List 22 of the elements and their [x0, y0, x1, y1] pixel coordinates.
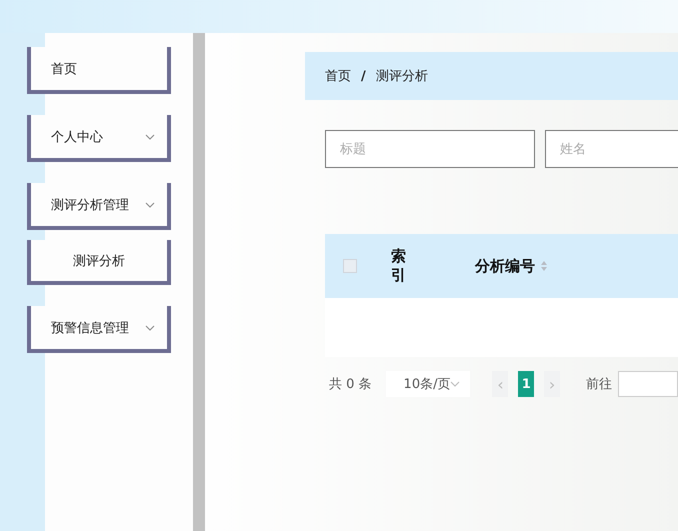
- breadcrumb-link[interactable]: 测评分析: [376, 67, 428, 85]
- select-all-checkbox[interactable]: [343, 259, 357, 273]
- page-size-select[interactable]: 10条/页: [386, 371, 470, 397]
- menu-item[interactable]: 预警信息管理: [27, 306, 171, 353]
- column-header[interactable]: 分析编号: [475, 256, 548, 276]
- total-count: 共 0 条: [329, 376, 372, 393]
- chevron-down-icon: [145, 134, 155, 140]
- chevron-down-icon: [145, 324, 155, 330]
- sort-icon: [540, 260, 548, 272]
- menu-item[interactable]: 测评分析管理: [27, 183, 171, 230]
- chevron-down-icon: [450, 381, 460, 387]
- submenu-item[interactable]: 测评分析: [27, 240, 171, 285]
- column-header: 索引: [391, 246, 406, 286]
- menu-item[interactable]: 首页: [27, 47, 171, 94]
- goto-label: 前往: [586, 376, 612, 393]
- search-field[interactable]: 姓名: [545, 130, 678, 168]
- breadcrumb-link[interactable]: 首页: [325, 67, 351, 85]
- breadcrumb-separator: /: [361, 68, 366, 84]
- chevron-down-icon: [145, 202, 155, 208]
- menu-item[interactable]: 个人中心: [27, 115, 171, 162]
- page-input[interactable]: [618, 371, 678, 397]
- search-field[interactable]: 标题: [325, 130, 535, 168]
